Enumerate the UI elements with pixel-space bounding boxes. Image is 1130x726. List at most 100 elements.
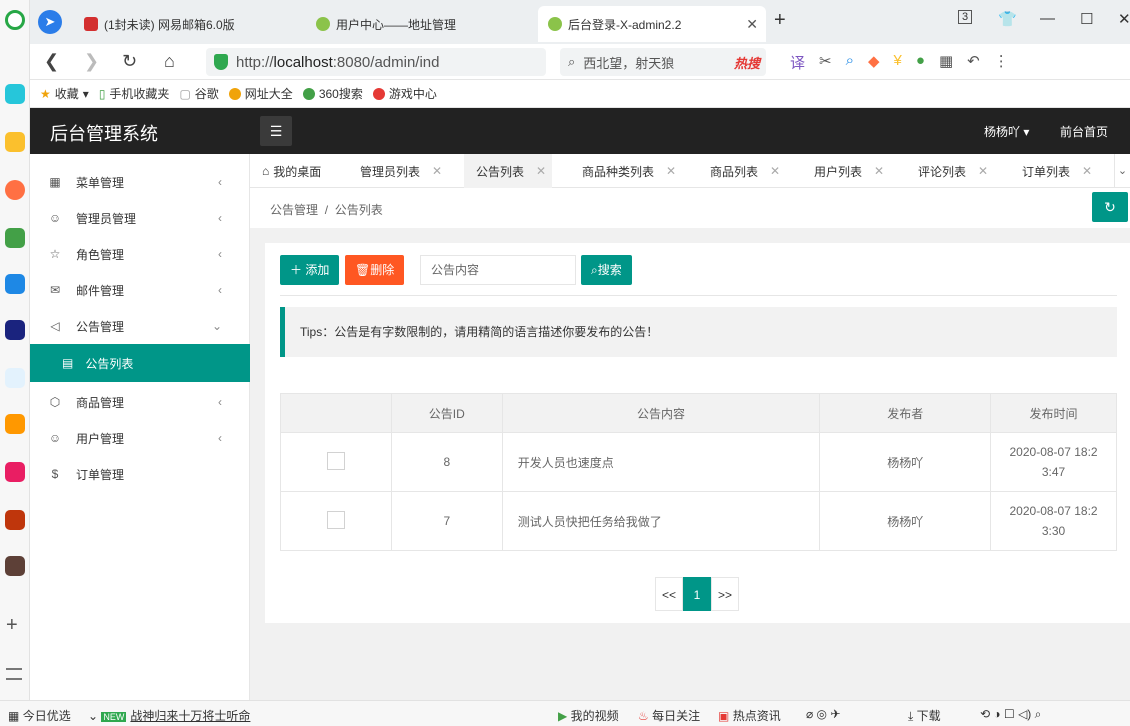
maximize-icon[interactable]: ☐ (1080, 10, 1093, 28)
sidebar-subitem-notice-list[interactable]: ▤ 公告列表 (30, 344, 250, 382)
front-page-link[interactable]: 前台首页 (1060, 123, 1108, 140)
tab-order-list[interactable]: 订单列表 ✕ (1010, 154, 1114, 188)
browser-logo-icon[interactable] (5, 10, 25, 30)
reload-icon[interactable]: ↻ (122, 51, 137, 72)
home-icon: ⌂ (262, 164, 270, 178)
gamepad-icon[interactable]: ◆ (868, 52, 880, 73)
tab-admin-list[interactable]: 管理员列表 ✕ (348, 154, 464, 188)
menu-toggle-icon[interactable]: ☰ (260, 116, 292, 146)
navigate-icon[interactable]: ➤ (38, 10, 62, 34)
close-icon[interactable]: ✕ (978, 164, 988, 178)
status-hot-news[interactable]: ▣ 热点资讯 (718, 707, 781, 724)
row-checkbox[interactable] (326, 510, 345, 529)
tab-user-list[interactable]: 用户列表 ✕ (802, 154, 906, 188)
home-icon[interactable]: ⌂ (164, 51, 175, 72)
column-header-id: 公告ID (390, 393, 503, 433)
close-icon[interactable]: ✕ (1082, 164, 1092, 178)
sidebar-item-goods[interactable]: ⬡ 商品管理 ‹ (30, 384, 250, 420)
tabs-more-icon[interactable]: ⌄ (1114, 154, 1130, 188)
bookmark-games[interactable]: 游戏中心 (372, 85, 437, 102)
tab-goods-list[interactable]: 商品列表 ✕ (698, 154, 802, 188)
status-daily[interactable]: ♨ 每日关注 (638, 707, 700, 724)
pager-page-current[interactable]: 1 (683, 577, 711, 611)
sidebar-news-icon[interactable] (5, 320, 25, 340)
sidebar-game2-icon[interactable] (5, 556, 25, 576)
sidebar-star-icon[interactable] (5, 132, 25, 152)
sidebar-mail-icon[interactable] (5, 228, 25, 248)
sidebar-item-users[interactable]: ☺ 用户管理 ‹ (30, 420, 250, 456)
undo-icon[interactable]: ↶ (967, 52, 980, 73)
browser-tab-admin[interactable]: 后台登录-X-admin2.2 ✕ (538, 6, 766, 42)
status-my-video[interactable]: ▶ 我的视频 (558, 707, 619, 724)
bookmark-360[interactable]: 360搜索 (302, 85, 363, 102)
close-icon[interactable]: ✕ (770, 164, 780, 178)
add-button[interactable]: ＋ 添加 (280, 255, 340, 285)
close-icon[interactable]: ✕ (536, 164, 546, 178)
bookmark-hao[interactable]: 网址大全 (228, 85, 293, 102)
menu-icon[interactable] (6, 668, 22, 680)
sidebar-game-icon[interactable] (5, 510, 25, 530)
sidebar-item-notice[interactable]: ◁ 公告管理 ⌄ (30, 308, 250, 344)
tab-comment-list[interactable]: 评论列表 ✕ (906, 154, 1010, 188)
sidebar-item-admin[interactable]: ☺ 管理员管理 ‹ (30, 200, 250, 236)
bookmark-mobile[interactable]: ▯ 手机收藏夹 (99, 85, 170, 102)
tab-desktop[interactable]: ⌂ 我的桌面 (250, 154, 348, 188)
new-tab-icon[interactable]: + (774, 9, 786, 32)
close-icon[interactable]: ✕ (666, 164, 676, 178)
pager-prev[interactable]: << (655, 577, 683, 611)
delete-button[interactable]: 🗑删除 (345, 255, 405, 285)
status-right-icons[interactable]: ⟲ ◑ ☐ ◁) ⌕ (980, 707, 1041, 722)
browser-search-box[interactable]: ⌕ 西北望，射天狼 热搜 (560, 48, 766, 76)
hot-search-label[interactable]: 热搜 (734, 53, 760, 72)
more-icon[interactable]: ⋮ (994, 52, 1009, 73)
tab-goods-category[interactable]: 商品种类列表 ✕ (570, 154, 698, 188)
sidebar-item-menu[interactable]: ▦ 菜单管理 ‹ (30, 164, 250, 200)
status-today-picks[interactable]: ▦ 今日优选 (8, 707, 71, 724)
shirt-icon[interactable]: 👕 (998, 10, 1017, 28)
scissors-icon[interactable]: ✂ (819, 52, 832, 73)
add-icon[interactable]: + (6, 614, 18, 637)
sidebar-item-role[interactable]: ☆ 角色管理 ‹ (30, 236, 250, 272)
pager-next[interactable]: >> (711, 577, 739, 611)
browser-tab-address[interactable]: 用户中心——地址管理 (306, 6, 534, 42)
green-circle-icon[interactable]: ● (916, 52, 925, 73)
tab-notice-list[interactable]: 公告列表 ✕ (464, 154, 552, 188)
table-row: 7 测试人员快把任务给我做了 杨杨吖 2020-08-07 18:2 3:30 (280, 491, 1117, 551)
bookmark-google[interactable]: ▢ 谷歌 (179, 85, 218, 102)
column-header-select (280, 393, 392, 433)
status-news[interactable]: ⌄ NEW 战神归来十万将士听命 (88, 707, 250, 724)
sidebar-item-orders[interactable]: $ 订单管理 (30, 456, 250, 492)
close-tab-icon[interactable]: ✕ (746, 16, 758, 33)
status-download[interactable]: ⤓ 下载 (908, 707, 941, 724)
sidebar-weibo-icon[interactable] (5, 180, 25, 200)
translate-icon[interactable]: 译 (790, 52, 805, 73)
star-icon: ☆ (49, 247, 61, 261)
url-field[interactable]: http://localhost:8080/admin/ind (206, 48, 546, 76)
bookmark-favorites[interactable]: ★ 收藏 ▾ (40, 85, 89, 102)
sidebar-item-mail[interactable]: ✉ 邮件管理 ‹ (30, 272, 250, 308)
row-checkbox[interactable] (326, 451, 345, 470)
breadcrumb-parent[interactable]: 公告管理 (270, 203, 318, 217)
apps-icon[interactable]: ▦ (939, 52, 953, 73)
sidebar-app-icon[interactable] (5, 84, 25, 104)
search-button[interactable]: ⌕搜索 (581, 255, 632, 285)
tab-count-badge[interactable]: 3 (958, 10, 973, 24)
sidebar-p-icon[interactable] (5, 274, 25, 294)
sidebar-novel-icon[interactable] (5, 414, 25, 434)
browser-status-bar: ▦ 今日优选 ⌄ NEW 战神归来十万将士听命 ▶ 我的视频 ♨ 每日关注 ▣ 热… (0, 700, 1130, 726)
refresh-button[interactable]: ↻ (1092, 192, 1128, 222)
user-menu[interactable]: 杨杨吖 ▾ (984, 123, 1029, 140)
status-tool-icons[interactable]: ⌀ ◎ ✈ (806, 707, 840, 721)
close-icon[interactable]: ✕ (432, 164, 442, 178)
sidebar-red-icon[interactable] (5, 462, 25, 482)
back-icon[interactable]: ❮ (44, 51, 59, 72)
forward-icon[interactable]: ❯ (84, 51, 99, 72)
notice-search-input[interactable] (420, 255, 576, 285)
close-icon[interactable]: ✕ (874, 164, 884, 178)
coupon-icon[interactable]: ¥ (894, 52, 902, 73)
close-window-icon[interactable]: ✕ (1118, 10, 1130, 28)
minimize-icon[interactable]: — (1040, 10, 1055, 27)
magnifier-icon[interactable]: ⌕ (846, 52, 854, 73)
browser-tab-mail[interactable]: (1封未读) 网易邮箱6.0版 (74, 6, 300, 42)
sidebar-doc-icon[interactable] (5, 368, 25, 388)
